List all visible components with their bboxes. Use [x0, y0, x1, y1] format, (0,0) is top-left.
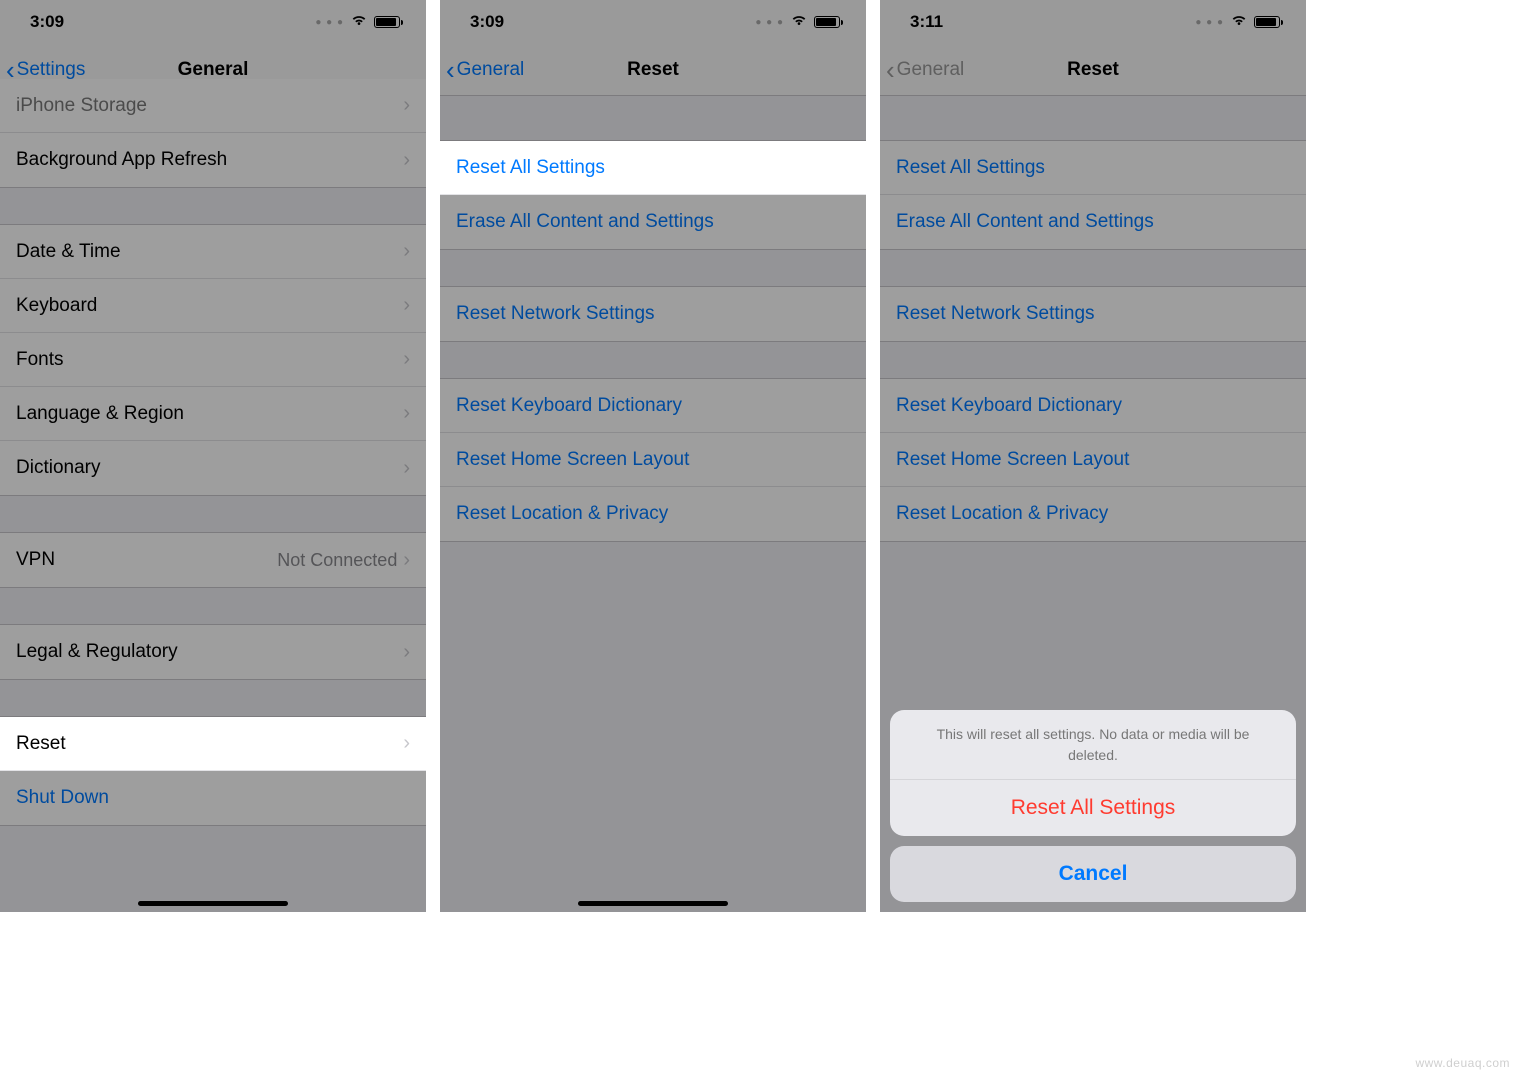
row-label: Date & Time [16, 241, 121, 263]
action-sheet-message: This will reset all settings. No data or… [890, 710, 1296, 780]
row-label: Erase All Content and Settings [896, 211, 1154, 233]
row-erase-all-content[interactable]: Erase All Content and Settings [440, 195, 866, 249]
chevron-right-icon: › [403, 641, 410, 664]
row-iphone-storage[interactable]: iPhone Storage › [0, 79, 426, 133]
back-label: Settings [17, 59, 86, 81]
nav-bar: ‹ General Reset [440, 44, 866, 96]
row-label: Reset Keyboard Dictionary [456, 395, 682, 417]
row-label: Reset Home Screen Layout [896, 449, 1129, 471]
row-label: Reset Keyboard Dictionary [896, 395, 1122, 417]
row-reset-home-screen-layout[interactable]: Reset Home Screen Layout [880, 433, 1306, 487]
row-reset-location-privacy[interactable]: Reset Location & Privacy [880, 487, 1306, 541]
recording-dots-icon: ● ● ● [755, 17, 784, 28]
wifi-icon [350, 12, 368, 32]
status-time: 3:09 [30, 12, 64, 32]
chevron-right-icon: › [403, 549, 410, 572]
chevron-right-icon: › [403, 348, 410, 371]
chevron-right-icon: › [403, 457, 410, 480]
row-reset[interactable]: Reset › [0, 717, 426, 771]
row-value: Not Connected [277, 550, 403, 571]
wifi-icon [790, 12, 808, 32]
row-reset-location-privacy[interactable]: Reset Location & Privacy [440, 487, 866, 541]
back-button: ‹ General [880, 57, 964, 83]
screen-reset-confirm: 3:11 ● ● ● ‹ General Reset Reset All Set… [880, 0, 1306, 912]
chevron-left-icon: ‹ [446, 57, 455, 83]
action-sheet-reset-button[interactable]: Reset All Settings [890, 780, 1296, 836]
chevron-right-icon: › [403, 149, 410, 172]
action-sheet-cancel-button[interactable]: Cancel [890, 846, 1296, 902]
row-label: Reset All Settings [896, 157, 1045, 179]
status-time: 3:11 [910, 12, 943, 32]
row-label: Reset All Settings [456, 157, 605, 179]
row-reset-keyboard-dictionary[interactable]: Reset Keyboard Dictionary [440, 379, 866, 433]
home-indicator[interactable] [578, 901, 728, 906]
recording-dots-icon: ● ● ● [1195, 17, 1224, 28]
back-label: General [897, 59, 965, 81]
watermark: www.deuaq.com [1415, 1056, 1510, 1070]
row-shut-down[interactable]: Shut Down [0, 771, 426, 825]
row-legal-regulatory[interactable]: Legal & Regulatory › [0, 625, 426, 679]
row-label: iPhone Storage [16, 95, 147, 117]
row-label: Dictionary [16, 457, 100, 479]
chevron-right-icon: › [403, 402, 410, 425]
status-bar: 3:09 ● ● ● [0, 0, 426, 44]
chevron-right-icon: › [403, 94, 410, 117]
row-erase-all-content[interactable]: Erase All Content and Settings [880, 195, 1306, 249]
status-bar: 3:11 ● ● ● [880, 0, 1306, 44]
status-time: 3:09 [470, 12, 504, 32]
row-label: Shut Down [16, 787, 109, 809]
row-label: Background App Refresh [16, 149, 227, 171]
reset-list[interactable]: Reset All Settings Erase All Content and… [440, 140, 866, 542]
row-reset-keyboard-dictionary[interactable]: Reset Keyboard Dictionary [880, 379, 1306, 433]
row-label: Reset Location & Privacy [896, 503, 1108, 525]
reset-list: Reset All Settings Erase All Content and… [880, 140, 1306, 542]
battery-icon [814, 16, 840, 28]
chevron-right-icon: › [403, 732, 410, 755]
row-label: Reset Home Screen Layout [456, 449, 689, 471]
row-dictionary[interactable]: Dictionary › [0, 441, 426, 495]
back-button[interactable]: ‹ General [440, 57, 524, 83]
row-label: Erase All Content and Settings [456, 211, 714, 233]
row-label: Language & Region [16, 403, 184, 425]
home-indicator[interactable] [138, 901, 288, 906]
row-reset-all-settings[interactable]: Reset All Settings [880, 141, 1306, 195]
recording-dots-icon: ● ● ● [315, 17, 344, 28]
row-label: Reset Network Settings [896, 303, 1095, 325]
screen-general: 3:09 ● ● ● ‹ Settings General iPhone Sto… [0, 0, 426, 912]
settings-list[interactable]: iPhone Storage › Background App Refresh … [0, 78, 426, 826]
row-label: Keyboard [16, 295, 97, 317]
chevron-left-icon: ‹ [886, 57, 895, 83]
row-reset-network-settings[interactable]: Reset Network Settings [440, 287, 866, 341]
chevron-right-icon: › [403, 240, 410, 263]
row-keyboard[interactable]: Keyboard › [0, 279, 426, 333]
row-label: Legal & Regulatory [16, 641, 178, 663]
row-background-app-refresh[interactable]: Background App Refresh › [0, 133, 426, 187]
battery-icon [374, 16, 400, 28]
nav-bar: ‹ General Reset [880, 44, 1306, 96]
row-reset-network-settings[interactable]: Reset Network Settings [880, 287, 1306, 341]
row-vpn[interactable]: VPN Not Connected › [0, 533, 426, 587]
back-label: General [457, 59, 525, 81]
row-fonts[interactable]: Fonts › [0, 333, 426, 387]
action-sheet-card: This will reset all settings. No data or… [890, 710, 1296, 836]
chevron-right-icon: › [403, 294, 410, 317]
row-reset-all-settings[interactable]: Reset All Settings [440, 141, 866, 195]
action-sheet: This will reset all settings. No data or… [890, 710, 1296, 902]
row-label: Reset [16, 733, 66, 755]
wifi-icon [1230, 12, 1248, 32]
row-date-time[interactable]: Date & Time › [0, 225, 426, 279]
row-reset-home-screen-layout[interactable]: Reset Home Screen Layout [440, 433, 866, 487]
battery-icon [1254, 16, 1280, 28]
status-bar: 3:09 ● ● ● [440, 0, 866, 44]
screen-reset: 3:09 ● ● ● ‹ General Reset Reset All Set… [440, 0, 866, 912]
row-language-region[interactable]: Language & Region › [0, 387, 426, 441]
row-label: VPN [16, 549, 55, 571]
row-label: Fonts [16, 349, 64, 371]
row-label: Reset Network Settings [456, 303, 655, 325]
row-label: Reset Location & Privacy [456, 503, 668, 525]
